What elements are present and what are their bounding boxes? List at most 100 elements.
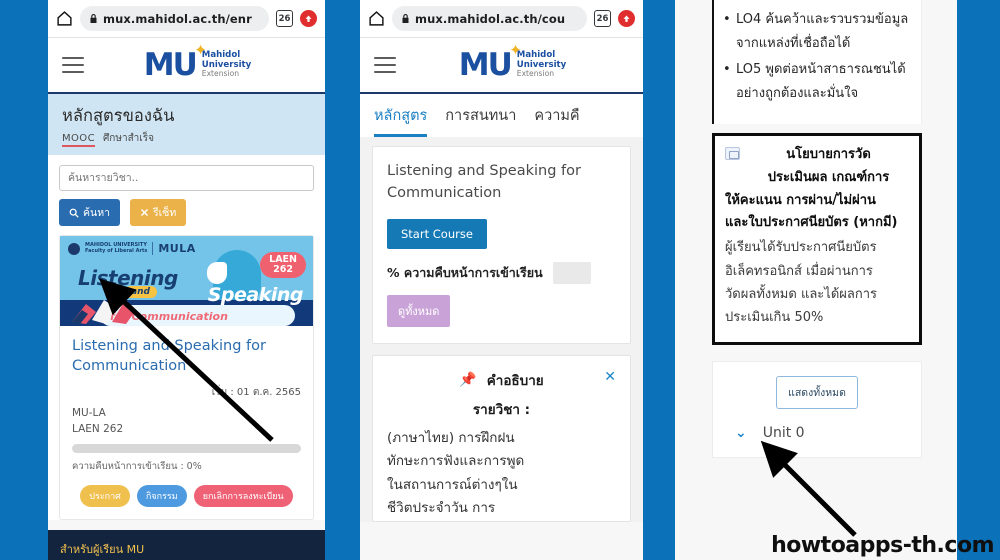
learning-outcomes-list: LO4 ค้นคว้าและรวบรวมข้อมูลจากแหล่งที่เชื… <box>720 8 909 106</box>
policy-body: ผู้เรียนได้รับประกาศนียบัตร อิเล็คทรอนิก… <box>725 236 909 330</box>
assessment-policy-box: นโยบายการวัด ประเมินผล เกณฑ์การ ให้คะแนน… <box>712 133 922 345</box>
reset-button[interactable]: รีเซ็ท <box>130 199 187 226</box>
list-item: LO4 ค้นคว้าและรวบรวมข้อมูลจากแหล่งที่เชื… <box>720 8 909 56</box>
course-code: LAEN 262 <box>72 422 124 435</box>
search-actions: ค้นหา รีเซ็ท <box>59 199 314 226</box>
footer-text: สำหรับผู้เรียน MU <box>60 542 145 556</box>
phone-screenshot-panel-2: mux.mahidol.ac.th/cou 26 MU ✦ Mahidol Un… <box>360 0 643 560</box>
home-icon[interactable] <box>368 10 385 27</box>
start-course-button[interactable]: Start Course <box>387 218 487 249</box>
page-title-banner: หลักสูตรของฉัน MOOC ศึกษาสำเร็จ <box>48 94 325 155</box>
policy-body-line: อิเล็คทรอนิกส์ เมื่อผ่านการ <box>725 263 873 279</box>
screenshot-stage: mux.mahidol.ac.th/enr 26 MU ✦ Mahidol Un… <box>0 0 1000 560</box>
progress-bar <box>72 443 301 453</box>
browser-chrome-2: mux.mahidol.ac.th/cou 26 <box>360 0 643 38</box>
mu-logo-mark: MU ✦ <box>143 40 207 83</box>
unit-actions: แสดงทั้งหมด <box>725 375 909 409</box>
policy-heading-line: ให้คะแนน การผ่าน/ไม่ผ่าน <box>725 192 876 208</box>
description-subheading: รายวิชา : <box>472 401 531 418</box>
tab-count-button[interactable]: 26 <box>276 10 293 27</box>
lock-icon <box>90 14 97 23</box>
cancel-enrollment-button[interactable]: ยกเลิกการลงทะเบียน <box>193 484 293 507</box>
description-line: ในสถานการณ์ต่างๆใน <box>387 476 518 493</box>
x-mark-icon <box>141 208 149 217</box>
policy-heading-cont: ให้คะแนน การผ่าน/ไม่ผ่าน และใบประกาศนียบ… <box>725 190 909 236</box>
search-button-label: ค้นหา <box>83 207 111 219</box>
description-header: 📌 คำอธิบาย ✕ <box>387 369 616 391</box>
policy-heading-line: นโยบายการวัด <box>786 147 871 163</box>
browser-chrome-1: mux.mahidol.ac.th/enr 26 <box>48 0 325 38</box>
watermark: howtoapps-th.com <box>771 533 994 558</box>
search-input[interactable] <box>59 165 314 191</box>
lock-icon <box>402 14 409 23</box>
hamburger-menu-icon[interactable] <box>62 52 84 77</box>
panel1-body: ค้นหา รีเซ็ท MAHIDOL U <box>48 155 325 520</box>
progress-text: ความคืบหน้าการเข้าเรียน : 0% <box>72 460 202 472</box>
tab-count-button[interactable]: 26 <box>594 10 611 27</box>
policy-body-line: วัดผลทั้งหมด และได้ผลการ <box>725 286 878 302</box>
description-line: ทักษะการฟังและการพูด <box>387 453 525 470</box>
site-header-2: MU ✦ Mahidol University Extension <box>360 38 643 94</box>
list-item: LO5 พูดต่อหน้าสาธารณชนได้อย่างถูกต้องและ… <box>720 58 909 106</box>
unit-row[interactable]: ⌄ Unit 0 <box>725 425 909 441</box>
banner-word-and: and <box>124 286 157 298</box>
reset-button-label: รีเซ็ท <box>153 207 177 219</box>
course-start-date: เริ่ม : 01 ต.ค. 2565 <box>211 387 301 399</box>
red-arrow-up-icon[interactable] <box>300 10 317 27</box>
banner-course-code: LAEN 262 <box>260 252 306 278</box>
breadcrumb: MOOC ศึกษาสำเร็จ <box>62 131 311 147</box>
url-text: mux.mahidol.ac.th/cou <box>415 11 566 26</box>
progress-row: % ความคืบหน้าการเข้าเรียน <box>387 261 616 284</box>
announcements-button[interactable]: ประกาศ <box>80 484 130 507</box>
home-icon[interactable] <box>56 10 73 27</box>
university-seal-icon <box>68 242 80 255</box>
course-actions: ประกาศ กิจกรรม ยกเลิกการลงทะเบียน <box>72 484 301 507</box>
logo-line-3: Extension <box>516 69 555 79</box>
tab-curriculum[interactable]: หลักสูตร <box>374 104 428 137</box>
course-banner-image: MAHIDOL UNIVERSITY Faculty of Liberal Ar… <box>60 236 313 326</box>
mu-logo-mark: MU ✦ <box>458 40 522 83</box>
course-card[interactable]: MAHIDOL UNIVERSITY Faculty of Liberal Ar… <box>59 235 314 520</box>
description-line: (ภาษาไทย) การฝึกฝน <box>387 429 515 446</box>
site-footer: สำหรับผู้เรียน MU <box>48 529 325 560</box>
activities-button[interactable]: กิจกรรม <box>136 484 187 507</box>
address-bar[interactable]: mux.mahidol.ac.th/cou <box>392 6 587 31</box>
policy-body-line: ประเมินเกิน 50% <box>725 310 824 326</box>
chevron-down-icon[interactable]: ⌄ <box>735 425 747 441</box>
hamburger-menu-icon[interactable] <box>374 52 396 77</box>
star-icon: ✦ <box>194 40 207 59</box>
flag-ribbon-icon <box>72 300 136 324</box>
banner-faculty: Faculty of Liberal Arts <box>85 247 148 254</box>
panel2-body: Listening and Speaking for Communication… <box>360 137 643 522</box>
course-title[interactable]: Listening and Speaking for Communication <box>72 337 301 376</box>
breadcrumb-mooc[interactable]: MOOC <box>62 133 95 147</box>
search-button[interactable]: ค้นหา <box>59 199 121 226</box>
red-arrow-up-icon[interactable] <box>618 10 635 27</box>
show-all-units-button[interactable]: แสดงทั้งหมด <box>776 375 858 409</box>
banner-brand: MULA <box>152 242 195 255</box>
description-line: ชีวิตประจำวัน การ <box>387 500 496 517</box>
tab-discussion[interactable]: การสนทนา <box>445 104 516 137</box>
policy-heading-line: ประเมินผล เกณฑ์การ <box>767 169 890 185</box>
policy-heading: นโยบายการวัด ประเมินผล เกณฑ์การ <box>748 144 909 190</box>
learning-outcomes-card: LO4 ค้นคว้าและรวบรวมข้อมูลจากแหล่งที่เชื… <box>712 0 922 125</box>
description-card: 📌 คำอธิบาย ✕ รายวิชา : (ภาษาไทย) การฝึกฝ… <box>372 354 631 522</box>
logo-line-3: Extension <box>201 69 240 79</box>
address-bar[interactable]: mux.mahidol.ac.th/enr <box>80 6 269 31</box>
course-title: Listening and Speaking for Communication <box>387 163 581 201</box>
panel3-body: LO4 ค้นคว้าและรวบรวมข้อมูลจากแหล่งที่เชื… <box>675 0 957 560</box>
phone-screenshot-panel-1: mux.mahidol.ac.th/enr 26 MU ✦ Mahidol Un… <box>48 0 325 560</box>
close-x-icon[interactable]: ✕ <box>604 369 616 385</box>
tab-progress[interactable]: ความคื <box>534 104 579 137</box>
policy-heading-row: นโยบายการวัด ประเมินผล เกณฑ์การ <box>725 144 909 190</box>
progress-value-box <box>552 261 591 284</box>
progress-label: % ความคืบหน้าการเข้าเรียน <box>387 264 543 280</box>
banner-word-speaking: Speaking <box>207 284 304 306</box>
description-heading: คำอธิบาย <box>486 372 544 389</box>
course-org: MU-LA <box>72 407 106 420</box>
url-text: mux.mahidol.ac.th/enr <box>103 11 252 26</box>
show-all-button[interactable]: ดูทั้งหมด <box>387 294 451 327</box>
page-title: หลักสูตรของฉัน <box>62 106 175 125</box>
course-summary-card: Listening and Speaking for Communication… <box>372 146 631 344</box>
site-header-1: MU ✦ Mahidol University Extension <box>48 38 325 94</box>
